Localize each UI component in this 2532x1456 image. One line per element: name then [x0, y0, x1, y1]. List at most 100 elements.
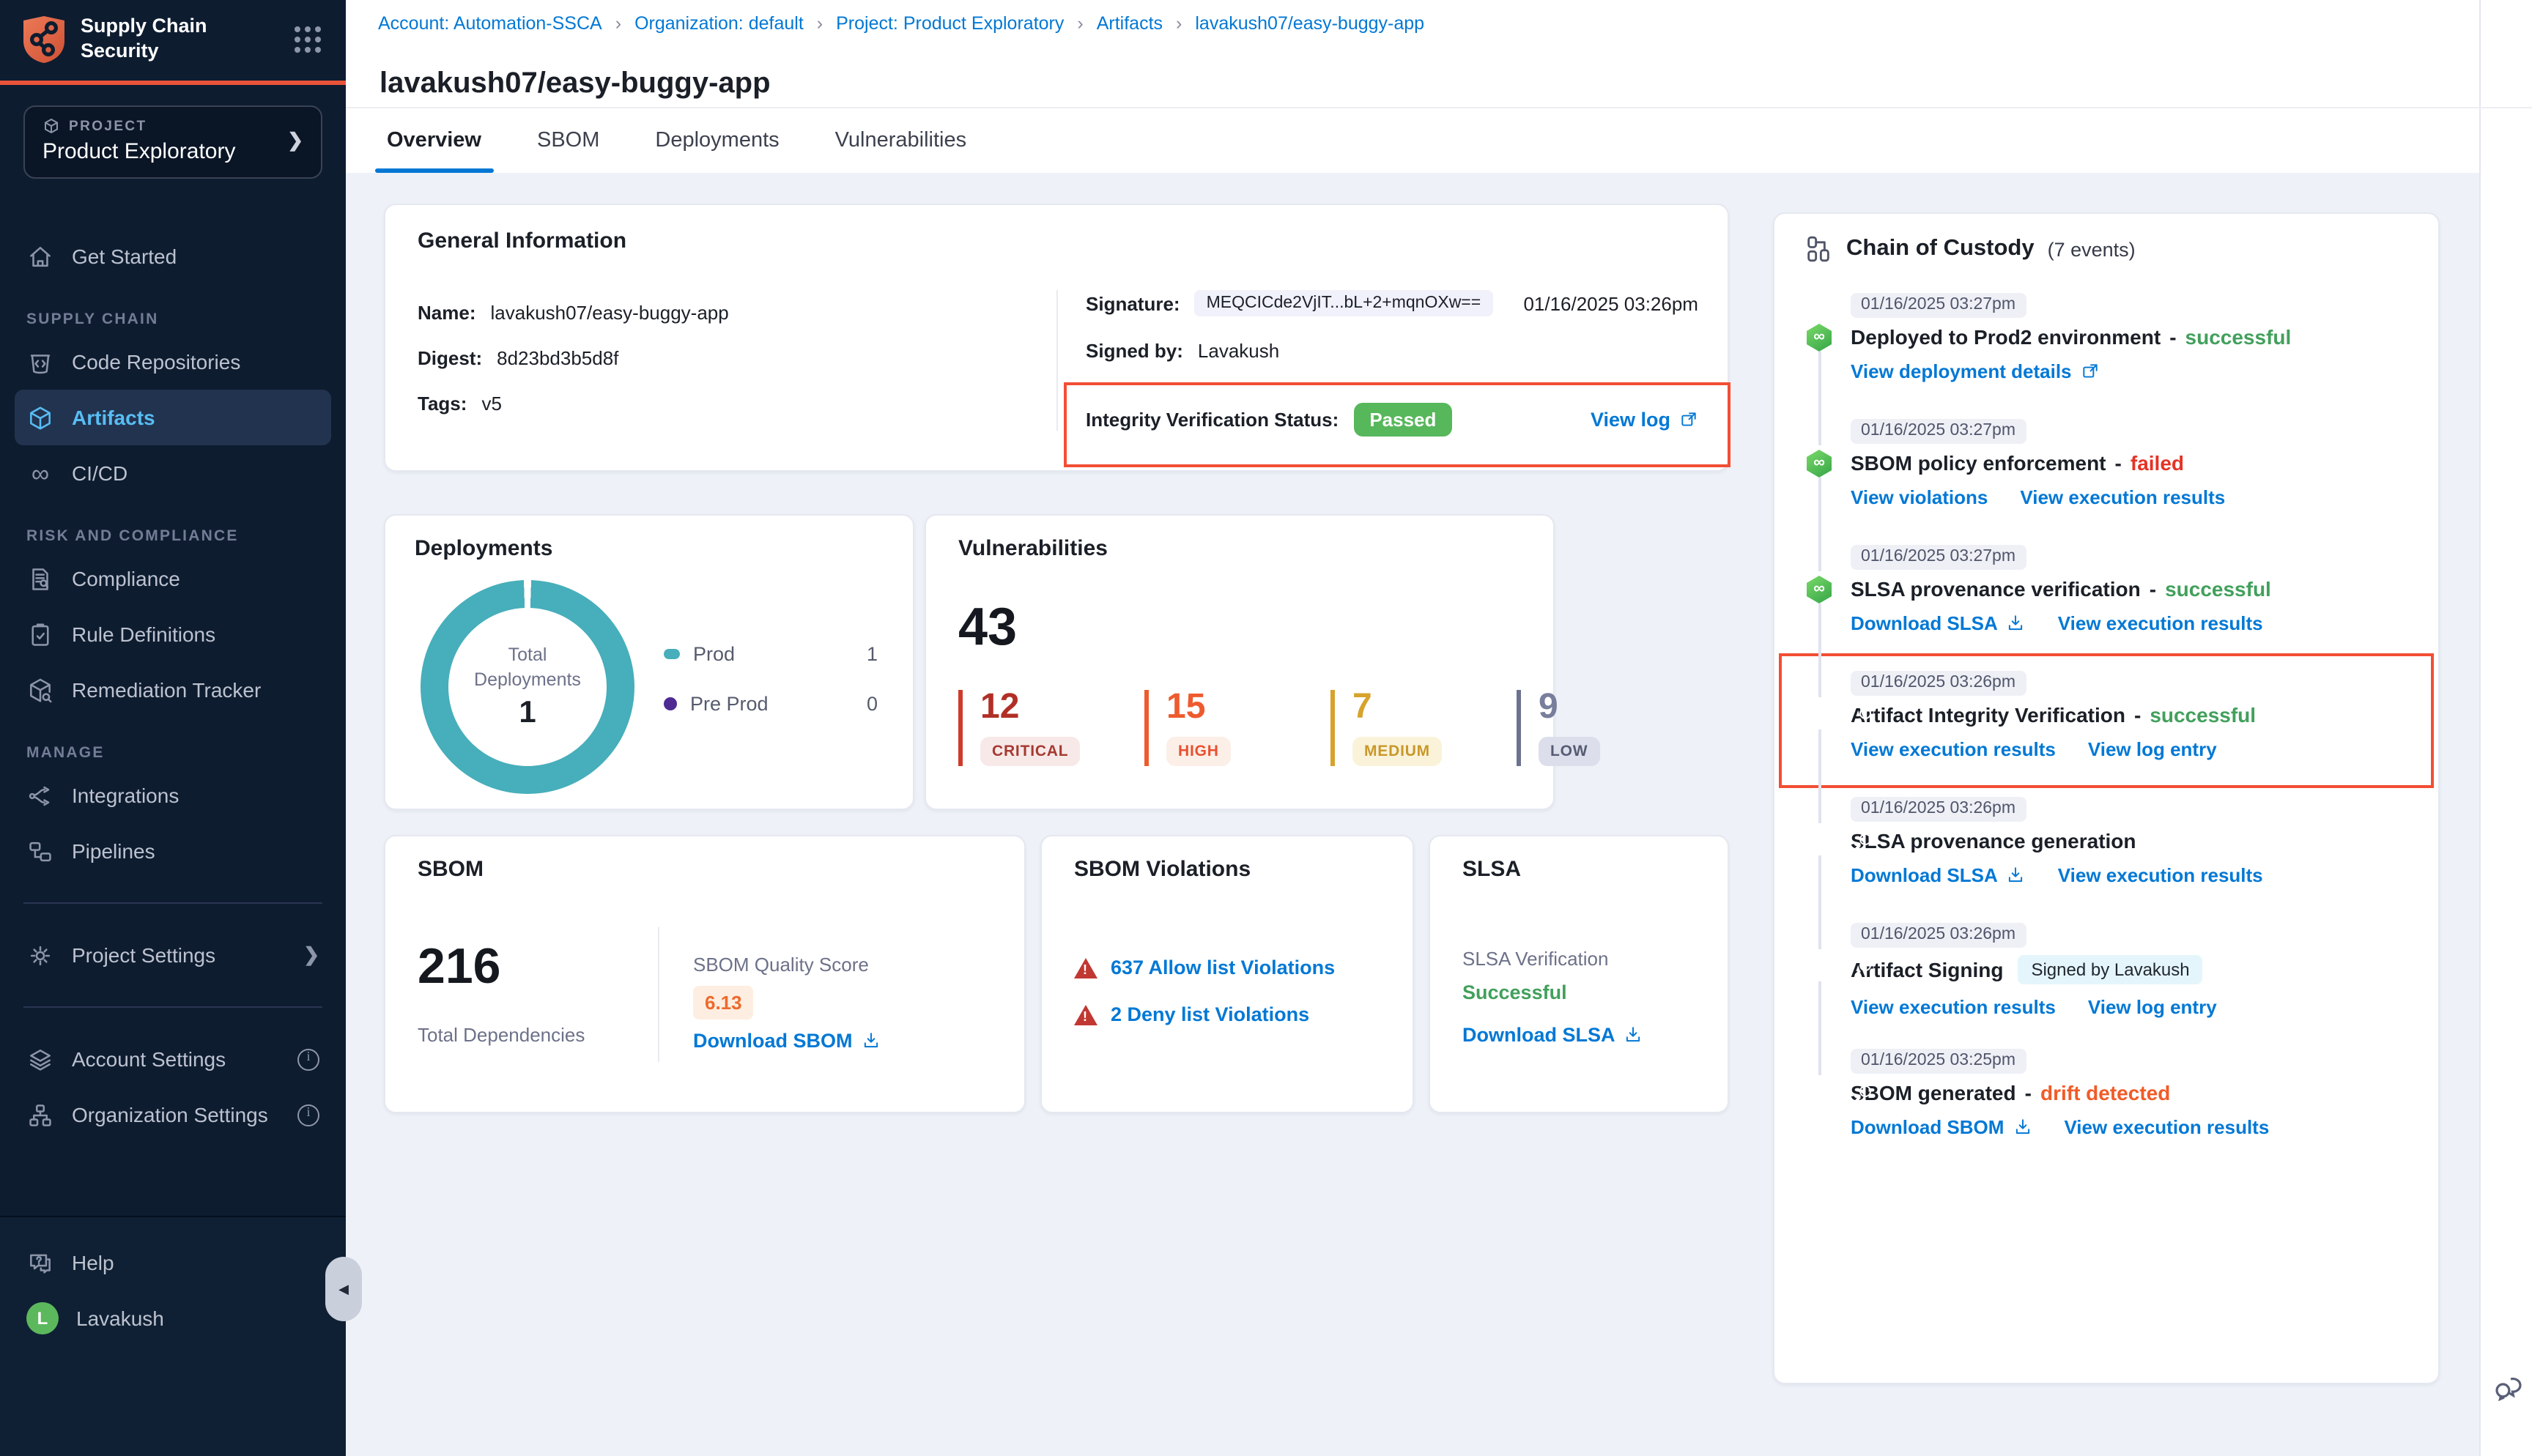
tab-overview[interactable]: Overview — [384, 108, 484, 173]
nav-divider — [23, 902, 322, 904]
integrity-verification-status-row: Integrity Verification Status: Passed Vi… — [1086, 403, 1698, 435]
document-search-icon — [26, 565, 54, 593]
sidebar-item-organization-settings[interactable]: Organization Settings — [0, 1087, 346, 1143]
event-timestamp: 01/16/2025 03:27pm — [1851, 293, 2026, 318]
download-sbom-link[interactable]: Download SBOM — [693, 1030, 881, 1052]
total-dependencies-label: Total Dependencies — [418, 1024, 585, 1046]
view-violations-link[interactable]: View violations — [1851, 486, 1988, 508]
download-icon — [2007, 866, 2026, 885]
package-edit-icon — [26, 676, 54, 704]
layers-icon — [26, 1045, 54, 1073]
main-area: Account: Automation-SSCA Organization: d… — [346, 0, 2532, 1456]
red-warning-triangle-icon — [1074, 1004, 1097, 1025]
breadcrumb-artifact-name[interactable]: lavakush07/easy-buggy-app — [1163, 13, 1424, 34]
legend-item-pre-prod: Pre Prod 0 — [664, 688, 878, 718]
view-execution-results-link[interactable]: View execution results — [2064, 1116, 2269, 1138]
sidebar-user[interactable]: L Lavakush — [0, 1290, 346, 1346]
right-rail-divider — [2479, 0, 2481, 1456]
view-execution-results-link[interactable]: View execution results — [1851, 738, 2056, 760]
view-log-entry-link[interactable]: View log entry — [2088, 996, 2217, 1018]
deny-list-violations-link[interactable]: 2 Deny list Violations — [1111, 1003, 1309, 1025]
tab-vulnerabilities[interactable]: Vulnerabilities — [832, 108, 969, 173]
tab-deployments[interactable]: Deployments — [652, 108, 782, 173]
sidebar-footer: Help L Lavakush — [0, 1216, 346, 1456]
allow-list-violations-link[interactable]: 637 Allow list Violations — [1111, 957, 1335, 978]
digest-value: 8d23bd3b5d8f — [497, 346, 618, 368]
prod-count: 1 — [867, 642, 878, 664]
event-timestamp: 01/16/2025 03:27pm — [1851, 545, 2026, 570]
sbom-violations-card: SBOM Violations 637 Allow list Violation… — [1040, 835, 1414, 1113]
card-title: SBOM Violations — [1074, 857, 1380, 882]
sidebar-collapse-handle[interactable]: ◀ — [325, 1257, 362, 1321]
event-title: SBOM generated — [1851, 1081, 2016, 1104]
view-execution-results-link[interactable]: View execution results — [2058, 612, 2263, 634]
view-deployment-details-link[interactable]: View deployment details — [1851, 360, 2100, 382]
hierarchy-icon — [1804, 234, 1833, 264]
artifact-name-value: lavakush07/easy-buggy-app — [491, 301, 729, 323]
sidebar-item-get-started[interactable]: Get Started — [0, 229, 346, 284]
view-execution-results-link[interactable]: View execution results — [2058, 864, 2263, 886]
view-execution-results-link[interactable]: View execution results — [2020, 486, 2225, 508]
breadcrumb-account[interactable]: Account: Automation-SSCA — [378, 13, 602, 34]
card-title: SBOM — [418, 857, 992, 882]
event-timestamp: 01/16/2025 03:26pm — [1851, 797, 2026, 822]
event-title: Deployed to Prod2 environment — [1851, 325, 2161, 349]
deployments-card: Deployments Total Deployments 1 Prod 1 P… — [384, 514, 914, 810]
column-divider — [1056, 290, 1058, 431]
project-selector[interactable]: PROJECT Product Exploratory ❯ — [23, 105, 322, 179]
status-badge: Passed — [1353, 402, 1452, 436]
sidebar-item-pipelines[interactable]: Pipelines — [0, 823, 346, 879]
total-dependencies-value: 216 — [418, 939, 500, 996]
name-row: Name: lavakush07/easy-buggy-app — [418, 296, 729, 328]
deployments-donut-chart: Total Deployments 1 — [421, 580, 634, 794]
gear-icon — [26, 941, 54, 969]
download-slsa-link[interactable]: Download SLSA — [1851, 612, 2026, 634]
vulnerability-stats: 12 CRITICAL 15 HIGH 7 MEDIUM 9 LOW — [958, 690, 1521, 766]
sidebar-item-project-settings[interactable]: Project Settings ❯ — [0, 927, 346, 983]
sidebar-item-integrations[interactable]: Integrations — [0, 768, 346, 823]
breadcrumb-project[interactable]: Project: Product Exploratory — [804, 13, 1065, 34]
sidebar-item-help[interactable]: Help — [0, 1235, 346, 1290]
sidebar-item-code-repositories[interactable]: Code Repositories — [0, 334, 346, 390]
event-artifact-signing: 01/16/2025 03:26pm Artifact Signing Sign… — [1807, 920, 2418, 1018]
card-title: Vulnerabilities — [958, 536, 1521, 561]
sidebar-item-rule-definitions[interactable]: Rule Definitions — [0, 606, 346, 662]
view-log-link[interactable]: View log — [1591, 408, 1698, 430]
signature-value: MEQCICde2VjIT...bL+2+mqnOXw== — [1195, 290, 1493, 316]
app-switcher-grid-icon[interactable] — [290, 22, 325, 57]
infinity-icon: ∞ — [26, 461, 54, 486]
module-title: Supply Chain Security — [81, 15, 239, 64]
breadcrumb-organization[interactable]: Organization: default — [602, 13, 804, 34]
green-hexagon-infinity-icon — [1807, 450, 1832, 478]
sidebar-item-compliance[interactable]: Compliance — [0, 551, 346, 606]
org-chart-icon — [26, 1101, 54, 1129]
signed-by-value: Lavakush — [1198, 339, 1279, 361]
download-slsa-link[interactable]: Download SLSA — [1851, 864, 2026, 886]
event-title: SBOM policy enforcement — [1851, 451, 2106, 475]
sidebar-item-cicd[interactable]: ∞ CI/CD — [0, 445, 346, 501]
card-title: General Information — [418, 229, 1695, 253]
green-hexagon-infinity-icon — [1807, 576, 1832, 603]
breadcrumb-artifacts[interactable]: Artifacts — [1064, 13, 1163, 34]
share-nodes-icon — [26, 781, 54, 809]
chat-help-button[interactable] — [2491, 1371, 2526, 1406]
repo-bucket-icon — [26, 348, 54, 376]
nav-section-risk-and-compliance: RISK AND COMPLIANCE — [0, 527, 346, 545]
event-title: SLSA provenance generation — [1851, 829, 2136, 853]
download-sbom-link[interactable]: Download SBOM — [1851, 1116, 2032, 1138]
event-timestamp: 01/16/2025 03:26pm — [1851, 923, 2026, 948]
view-log-entry-link[interactable]: View log entry — [2088, 738, 2217, 760]
stat-medium: 7 MEDIUM — [1330, 690, 1458, 766]
signature-date: 01/16/2025 03:26pm — [1523, 292, 1698, 314]
tab-sbom[interactable]: SBOM — [534, 108, 602, 173]
supply-chain-security-logo-icon — [22, 15, 66, 64]
sidebar-item-remediation-tracker[interactable]: Remediation Tracker — [0, 662, 346, 718]
project-label: PROJECT — [69, 118, 147, 134]
sidebar-item-account-settings[interactable]: Account Settings — [0, 1031, 346, 1087]
event-timestamp: 01/16/2025 03:26pm — [1851, 671, 2026, 696]
download-slsa-link[interactable]: Download SLSA — [1462, 1024, 1643, 1046]
tabbar: Overview SBOM Deployments Vulnerabilitie… — [384, 108, 969, 173]
view-execution-results-link[interactable]: View execution results — [1851, 996, 2056, 1018]
sidebar-item-artifacts[interactable]: Artifacts — [15, 390, 331, 445]
tags-value: v5 — [481, 392, 501, 414]
